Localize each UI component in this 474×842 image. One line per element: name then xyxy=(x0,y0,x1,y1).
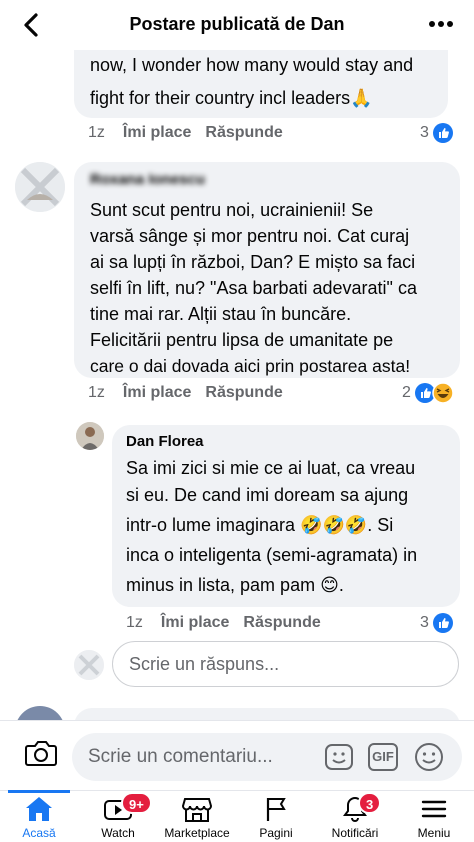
comment-text: selfi în lift, nu? "Asa barbati adevarat… xyxy=(90,278,417,298)
comment-composer: Scrie un comentariu... GIF xyxy=(0,720,474,790)
avatar[interactable] xyxy=(76,422,104,450)
reply-text: si eu. De cand imi doream sa ajung xyxy=(126,485,409,505)
comment-actions: 1z Îmi place Răspunde xyxy=(88,124,283,142)
haha-reaction-icon xyxy=(432,382,454,404)
tab-menu-label: Meniu xyxy=(417,826,451,840)
camera-icon[interactable] xyxy=(24,738,58,768)
emoji-icon[interactable] xyxy=(414,742,444,772)
marketplace-icon xyxy=(181,798,213,822)
tab-watch-label: Watch xyxy=(101,826,135,840)
reply-bubble: Dan Florea Sa imi zici si mie ce ai luat… xyxy=(112,425,460,607)
reply-button[interactable]: Răspunde xyxy=(205,124,282,142)
comment-input[interactable]: Scrie un comentariu... xyxy=(72,733,462,781)
reply-time: 1z xyxy=(126,614,143,631)
comment-text: now, I wonder how many would stay and xyxy=(90,55,414,75)
tab-pages-label: Pagini xyxy=(259,826,293,840)
avatar-image xyxy=(76,422,104,450)
reaction-summary[interactable]: 3 xyxy=(420,123,453,143)
sticker-icon[interactable] xyxy=(324,743,354,771)
comment-text: Sunt scut pentru noi, ucrainienii! Se xyxy=(90,200,374,220)
reply-input[interactable]: Scrie un răspuns... xyxy=(112,641,459,687)
comment-bubble: Roxana Ionescu Sunt scut pentru noi, ucr… xyxy=(74,162,460,378)
like-button[interactable]: Îmi place xyxy=(161,614,229,632)
reaction-summary[interactable]: 2 xyxy=(402,382,454,404)
tab-notifications[interactable]: 3 Notificări xyxy=(316,791,394,842)
reply-text: minus in lista, pam pam 😊. xyxy=(126,575,344,595)
tab-home[interactable]: Acasă xyxy=(0,790,78,842)
reply-actions: 1z Îmi place Răspunde xyxy=(126,614,321,632)
comment-text: varsă sânge și mor pentru noi. Cat curaj xyxy=(90,226,410,246)
gif-label: GIF xyxy=(372,749,394,764)
reply-text: intr-o lume imaginara 🤣🤣🤣. Si xyxy=(126,515,394,535)
active-tab-indicator xyxy=(8,790,70,793)
reply-button[interactable]: Răspunde xyxy=(205,384,282,402)
comment-text: care o dai dovada aici prin postarea ast… xyxy=(90,356,411,376)
like-reaction-icon xyxy=(432,613,453,633)
like-reaction-icon xyxy=(432,123,453,143)
comment-text: tine mai rar. Alții stau în buncăre. xyxy=(90,304,352,324)
like-button[interactable]: Îmi place xyxy=(123,384,191,402)
like-button[interactable]: Îmi place xyxy=(123,124,191,142)
tab-notifications-label: Notificări xyxy=(331,826,379,840)
tab-marketplace[interactable]: Marketplace xyxy=(158,791,236,842)
more-dots-icon[interactable] xyxy=(428,14,454,34)
reaction-count: 2 xyxy=(402,384,411,401)
reply-author[interactable]: Dan Florea xyxy=(126,433,204,450)
reply-text: inca o inteligenta (semi-agramata) in xyxy=(126,545,418,565)
comment-text: ai sa lupți în război, Dan? E mișto sa f… xyxy=(90,252,416,272)
flag-icon xyxy=(266,798,286,821)
avatar-image xyxy=(15,162,65,212)
tab-home-label: Acasă xyxy=(22,826,56,840)
watch-badge: 9+ xyxy=(121,792,152,814)
comment-text: fight for their country incl leaders🙏 xyxy=(90,88,373,108)
avatar[interactable] xyxy=(15,162,65,212)
comment-input-placeholder: Scrie un comentariu... xyxy=(88,746,273,767)
notifications-badge: 3 xyxy=(358,792,382,814)
bottom-tab-bar: Acasă 9+ Watch Marketplace Pagini 3 Noti… xyxy=(0,790,474,842)
reaction-count: 3 xyxy=(420,614,429,631)
hamburger-menu-icon xyxy=(421,800,447,818)
reply-button[interactable]: Răspunde xyxy=(243,614,320,632)
comment-author[interactable]: Roxana Ionescu xyxy=(90,171,205,188)
tab-menu[interactable]: Meniu xyxy=(395,791,473,842)
tab-pages[interactable]: Pagini xyxy=(237,791,315,842)
reaction-count: 3 xyxy=(420,124,429,141)
gif-button[interactable]: GIF xyxy=(368,743,398,771)
comment-actions: 1z Îmi place Răspunde xyxy=(88,384,283,402)
page-title: Postare publicată de Dan xyxy=(129,14,345,34)
comment-text: Felicitării pentru lipsa de umanitate pe xyxy=(90,330,394,350)
comment-time: 1z xyxy=(88,124,105,141)
top-bar: Postare publicată de Dan xyxy=(0,0,474,50)
reply-text: Sa imi zici si mie ce ai luat, ca vreau xyxy=(126,458,416,478)
avatar-image xyxy=(74,650,104,680)
tab-marketplace-label: Marketplace xyxy=(164,826,230,840)
home-icon xyxy=(26,797,52,821)
avatar xyxy=(74,650,104,680)
comment-time: 1z xyxy=(88,384,105,401)
tab-watch[interactable]: 9+ Watch xyxy=(79,791,157,842)
reaction-summary[interactable]: 3 xyxy=(420,613,453,633)
